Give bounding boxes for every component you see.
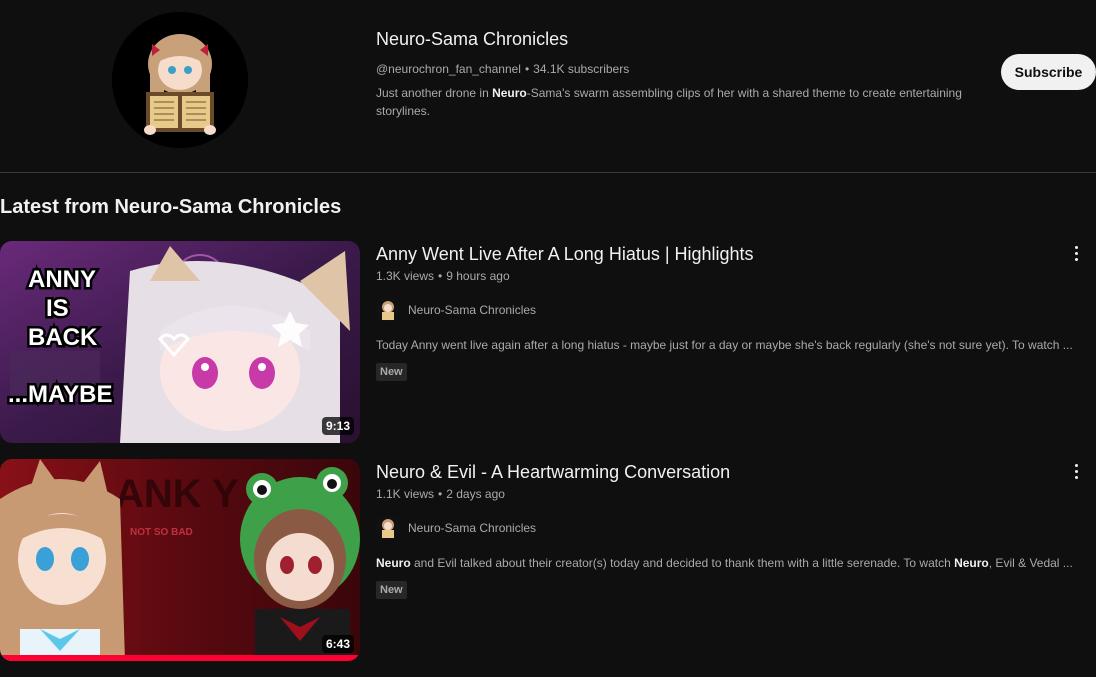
upload-age: 9 hours ago bbox=[446, 269, 510, 283]
separator-dot: • bbox=[438, 487, 443, 501]
video-row: ANK Y NOT SO BAD 6:43 Neuro & Evil - A H… bbox=[0, 459, 1096, 663]
separator-dot: • bbox=[524, 62, 530, 76]
channel-meta: @neurochron_fan_channel • 34.1K subscriber… bbox=[376, 62, 629, 76]
video-title[interactable]: Anny Went Live After A Long Hiatus | Hig… bbox=[376, 244, 754, 265]
video-channel[interactable]: Neuro-Sama Chronicles bbox=[376, 298, 536, 322]
view-count: 1.1K views bbox=[376, 487, 435, 501]
subscribe-button[interactable]: Subscribe bbox=[1001, 54, 1096, 90]
view-count: 1.3K views bbox=[376, 269, 435, 283]
new-badge: New bbox=[376, 581, 407, 599]
thumb-text-line: IS bbox=[46, 295, 69, 322]
video-title[interactable]: Neuro & Evil - A Heartwarming Conversati… bbox=[376, 462, 730, 483]
svg-text:ANK Y: ANK Y bbox=[115, 472, 239, 516]
channel-header: Neuro-Sama Chronicles @neurochron_fan_ch… bbox=[0, 0, 1096, 173]
channel-description-bold: Neuro bbox=[492, 86, 527, 100]
video-thumbnail[interactable]: ANNY IS BACK ...MAYBE 9:13 bbox=[0, 241, 360, 443]
more-vert-icon[interactable] bbox=[1064, 241, 1088, 265]
upload-age: 2 days ago bbox=[446, 487, 505, 501]
channel-description-text: Just another drone in bbox=[376, 86, 493, 100]
video-meta: 1.3K views • 9 hours ago bbox=[376, 269, 510, 283]
video-channel[interactable]: Neuro-Sama Chronicles bbox=[376, 516, 536, 540]
channel-name[interactable]: Neuro-Sama Chronicles bbox=[376, 29, 568, 50]
video-duration: 9:13 bbox=[321, 417, 354, 435]
thumb-text-line: ...MAYBE bbox=[8, 381, 112, 408]
video-description: Today Anny went live again after a long … bbox=[376, 338, 1073, 352]
video-meta: 1.1K views • 2 days ago bbox=[376, 487, 505, 501]
description-text: , Evil & Vedal ... bbox=[988, 556, 1073, 570]
more-vert-icon[interactable] bbox=[1064, 459, 1088, 483]
video-description: Neuro and Evil talked about their creato… bbox=[376, 556, 1076, 570]
channel-avatar[interactable] bbox=[112, 12, 248, 148]
channel-handle: @neurochron_fan_channel bbox=[376, 62, 521, 76]
thumb-text-line: NOT SO BAD bbox=[130, 527, 193, 538]
video-thumbnail[interactable]: ANK Y NOT SO BAD 6:43 bbox=[0, 459, 360, 661]
channel-avatar-small[interactable] bbox=[376, 298, 400, 322]
channel-name-link[interactable]: Neuro-Sama Chronicles bbox=[408, 303, 536, 317]
channel-avatar-small[interactable] bbox=[376, 516, 400, 540]
channel-name-link[interactable]: Neuro-Sama Chronicles bbox=[408, 521, 536, 535]
description-bold: Neuro bbox=[376, 556, 411, 570]
separator-dot: • bbox=[438, 269, 443, 283]
description-text: and Evil talked about their creator(s) t… bbox=[410, 556, 955, 570]
video-row: ANNY IS BACK ...MAYBE 9:13 Anny Went Liv… bbox=[0, 241, 1096, 445]
new-badge: New bbox=[376, 363, 407, 381]
section-title[interactable]: Latest from Neuro-Sama Chronicles bbox=[0, 196, 341, 219]
description-bold: Neuro bbox=[954, 556, 989, 570]
thumb-text-line: BACK bbox=[28, 324, 98, 351]
thumb-text-line: ANNY bbox=[28, 266, 96, 293]
subscriber-count: 34.1K subscribers bbox=[533, 62, 630, 76]
video-duration: 6:43 bbox=[321, 635, 354, 653]
channel-description[interactable]: Just another drone in Neuro-Sama's swarm… bbox=[376, 84, 986, 120]
